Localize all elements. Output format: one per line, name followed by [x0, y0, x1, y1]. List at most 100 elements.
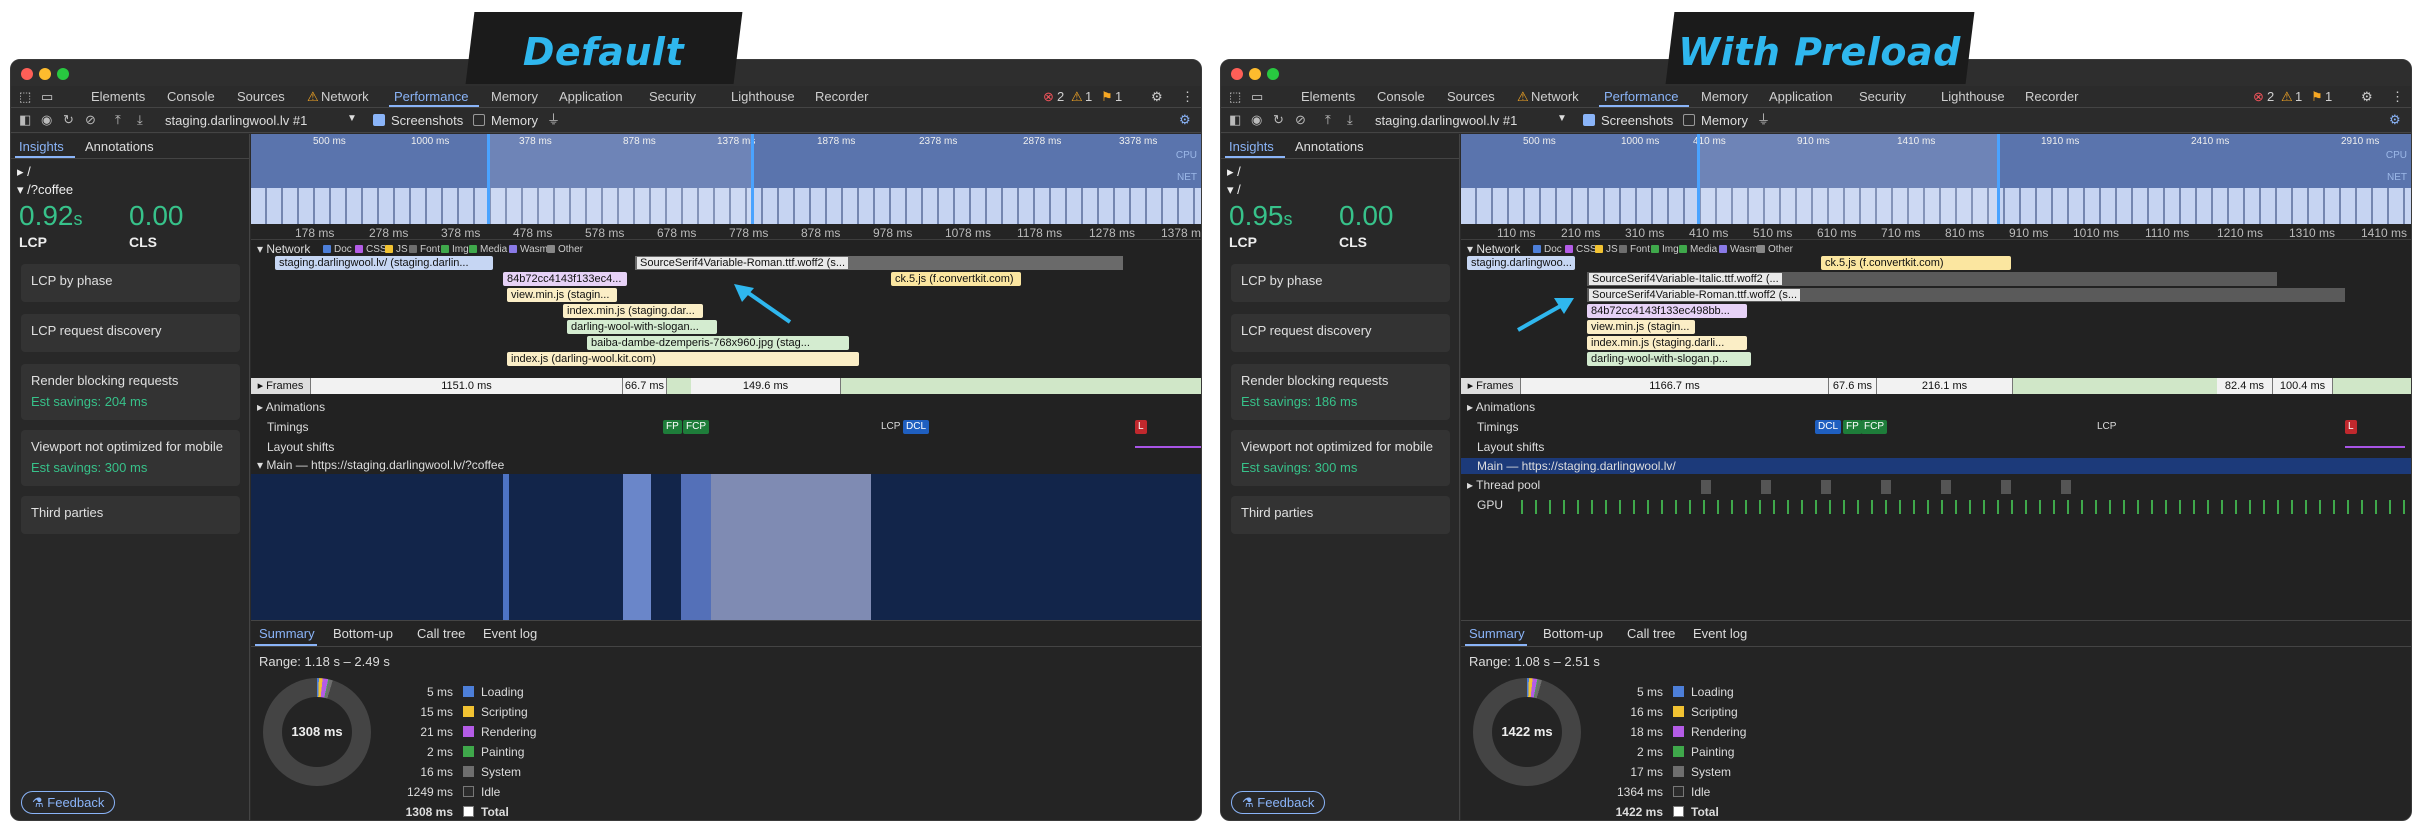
- request-bar[interactable]: darling-wool-with-slogan.p...: [1587, 352, 1751, 366]
- thread-pool-track[interactable]: ▸ Thread pool: [1467, 478, 1540, 492]
- device-toolbar-icon[interactable]: ▭: [1251, 89, 1263, 105]
- device-toolbar-icon[interactable]: ▭: [41, 89, 53, 105]
- capture-settings-icon[interactable]: ⚙: [2389, 112, 2401, 128]
- gpu-track[interactable]: GPU: [1477, 498, 1503, 512]
- feedback-button[interactable]: ⚗ Feedback: [1231, 791, 1326, 814]
- tree-page[interactable]: ▾ /: [1227, 182, 1241, 198]
- selected-range[interactable]: [487, 134, 751, 224]
- timing-load[interactable]: L: [2345, 420, 2357, 434]
- animations-track[interactable]: ▸ Animations: [257, 400, 325, 414]
- download-icon[interactable]: ⤓: [1347, 112, 1353, 128]
- insight-lcp-phase[interactable]: LCP by phase: [1231, 264, 1450, 302]
- reload-record-icon[interactable]: ↻: [63, 112, 74, 128]
- timings-track[interactable]: Timings: [1477, 420, 1519, 434]
- range-handle-right[interactable]: [1997, 134, 2000, 224]
- insight-viewport[interactable]: Viewport not optimized for mobile Est sav…: [21, 430, 240, 486]
- frame-box[interactable]: 1151.0 ms: [311, 378, 623, 394]
- timing-fcp[interactable]: FCP: [683, 420, 709, 434]
- tab-summary[interactable]: Summary: [259, 626, 315, 641]
- close-dot[interactable]: [1231, 68, 1243, 80]
- request-bar[interactable]: 84b72cc4143f133ec4...: [503, 272, 627, 286]
- zoom-dot[interactable]: [57, 68, 69, 80]
- tab-call-tree[interactable]: Call tree: [1627, 626, 1675, 641]
- timing-lcp[interactable]: LCP: [881, 421, 900, 432]
- range-handle-right[interactable]: [751, 134, 754, 224]
- capture-settings-icon[interactable]: ⚙: [1179, 112, 1191, 128]
- insight-viewport[interactable]: Viewport not optimized for mobile Est sav…: [1231, 430, 1450, 486]
- tab-sources[interactable]: Sources: [1447, 89, 1495, 104]
- frame-box[interactable]: 1166.7 ms: [1521, 378, 1829, 394]
- minimize-dot[interactable]: [39, 68, 51, 80]
- memory-checkbox[interactable]: [1683, 114, 1695, 126]
- insight-third-parties[interactable]: Third parties: [1231, 496, 1450, 534]
- network-track-header[interactable]: ▾ Network: [1467, 242, 1520, 256]
- request-bar[interactable]: staging.darlingwool.lv/ (staging.darlin.…: [275, 256, 493, 270]
- request-bar[interactable]: staging.darlingwoo...: [1467, 256, 1575, 270]
- tab-event-log[interactable]: Event log: [483, 626, 537, 641]
- frames-track[interactable]: ▸ Frames 1151.0 ms 66.7 ms 149.6 ms: [251, 378, 1201, 394]
- timing-dcl[interactable]: DCL: [1815, 420, 1842, 434]
- timings-track[interactable]: Timings: [267, 420, 309, 434]
- request-bar[interactable]: 84b72cc4143f133ec498bb...: [1587, 304, 1747, 318]
- tab-console[interactable]: Console: [167, 89, 215, 104]
- sidebar-toggle-icon[interactable]: ◧: [1229, 112, 1241, 128]
- screenshots-checkbox[interactable]: [1583, 114, 1595, 126]
- main-thread-track[interactable]: Main — https://staging.darlingwool.lv/: [1461, 458, 2411, 474]
- frame-box[interactable]: 67.6 ms: [1829, 378, 1877, 394]
- request-bar[interactable]: view.min.js (stagin...: [507, 288, 617, 302]
- timing-fp[interactable]: FP: [1843, 420, 1862, 434]
- tab-elements[interactable]: Elements: [1301, 89, 1355, 104]
- error-count[interactable]: 2: [2267, 89, 2274, 104]
- recording-select[interactable]: staging.darlingwool.lv #1: [1375, 113, 1517, 128]
- main-thread-track[interactable]: ▾ Main — https://staging.darlingwool.lv/…: [257, 458, 504, 472]
- layout-shift-marker[interactable]: [2345, 446, 2405, 448]
- tab-network[interactable]: Network: [1531, 89, 1579, 104]
- warning-count[interactable]: 1: [2295, 89, 2302, 104]
- tree-root[interactable]: ▸ /: [1227, 164, 1241, 180]
- more-menu-icon[interactable]: ⋮: [1181, 89, 1194, 105]
- selected-range[interactable]: [1697, 134, 1997, 224]
- memory-checkbox[interactable]: [473, 114, 485, 126]
- insight-third-parties[interactable]: Third parties: [21, 496, 240, 534]
- clear-icon[interactable]: ⊘: [85, 112, 96, 128]
- layout-shifts-track[interactable]: Layout shifts: [267, 440, 334, 454]
- frame-box[interactable]: 66.7 ms: [623, 378, 667, 394]
- frames-track[interactable]: ▸ Frames 1166.7 ms 67.6 ms 216.1 ms 82.4…: [1461, 378, 2411, 394]
- main-thread-flamechart[interactable]: [251, 474, 1201, 620]
- feedback-button[interactable]: ⚗ Feedback: [21, 791, 116, 814]
- settings-gear-icon[interactable]: ⚙: [2361, 89, 2373, 105]
- insight-render-blocking[interactable]: Render blocking requests Est savings: 204…: [21, 364, 240, 420]
- tree-page[interactable]: ▾ /?coffee: [17, 182, 73, 198]
- inspect-icon[interactable]: ⬚: [19, 89, 31, 105]
- tab-summary[interactable]: Summary: [1469, 626, 1525, 641]
- tree-root[interactable]: ▸ /: [17, 164, 31, 180]
- layout-shift-marker[interactable]: [1135, 446, 1201, 448]
- tab-annotations[interactable]: Annotations: [1295, 139, 1364, 154]
- sidebar-toggle-icon[interactable]: ◧: [19, 112, 31, 128]
- request-bar[interactable]: baiba-dambe-dzemperis-768x960.jpg (stag.…: [587, 336, 849, 350]
- tab-bottom-up[interactable]: Bottom-up: [1543, 626, 1603, 641]
- animations-track[interactable]: ▸ Animations: [1467, 400, 1535, 414]
- close-dot[interactable]: [21, 68, 33, 80]
- warning-count[interactable]: 1: [1085, 89, 1092, 104]
- tab-console[interactable]: Console: [1377, 89, 1425, 104]
- screenshots-checkbox[interactable]: [373, 114, 385, 126]
- request-bar[interactable]: ck.5.js (f.convertkit.com): [1821, 256, 2011, 270]
- insight-lcp-discovery[interactable]: LCP request discovery: [21, 314, 240, 352]
- inspect-icon[interactable]: ⬚: [1229, 89, 1241, 105]
- insight-lcp-phase[interactable]: LCP by phase: [21, 264, 240, 302]
- gc-broom-icon[interactable]: ⏚: [547, 112, 560, 128]
- settings-gear-icon[interactable]: ⚙: [1151, 89, 1163, 105]
- timing-load[interactable]: L: [1135, 420, 1147, 434]
- timing-fp[interactable]: FP: [663, 420, 682, 434]
- tab-recorder[interactable]: Recorder: [815, 89, 868, 104]
- frame-box[interactable]: 216.1 ms: [1877, 378, 2013, 394]
- upload-icon[interactable]: ⤒: [115, 112, 121, 128]
- request-bar[interactable]: view.min.js (stagin...: [1587, 320, 1695, 334]
- timing-lcp[interactable]: LCP: [2097, 421, 2116, 432]
- record-icon[interactable]: ◉: [1251, 112, 1262, 128]
- insight-lcp-discovery[interactable]: LCP request discovery: [1231, 314, 1450, 352]
- request-bar[interactable]: index.min.js (staging.darli...: [1587, 336, 1747, 350]
- frame-box[interactable]: 149.6 ms: [691, 378, 841, 394]
- request-bar[interactable]: index.min.js (staging.dar...: [563, 304, 703, 318]
